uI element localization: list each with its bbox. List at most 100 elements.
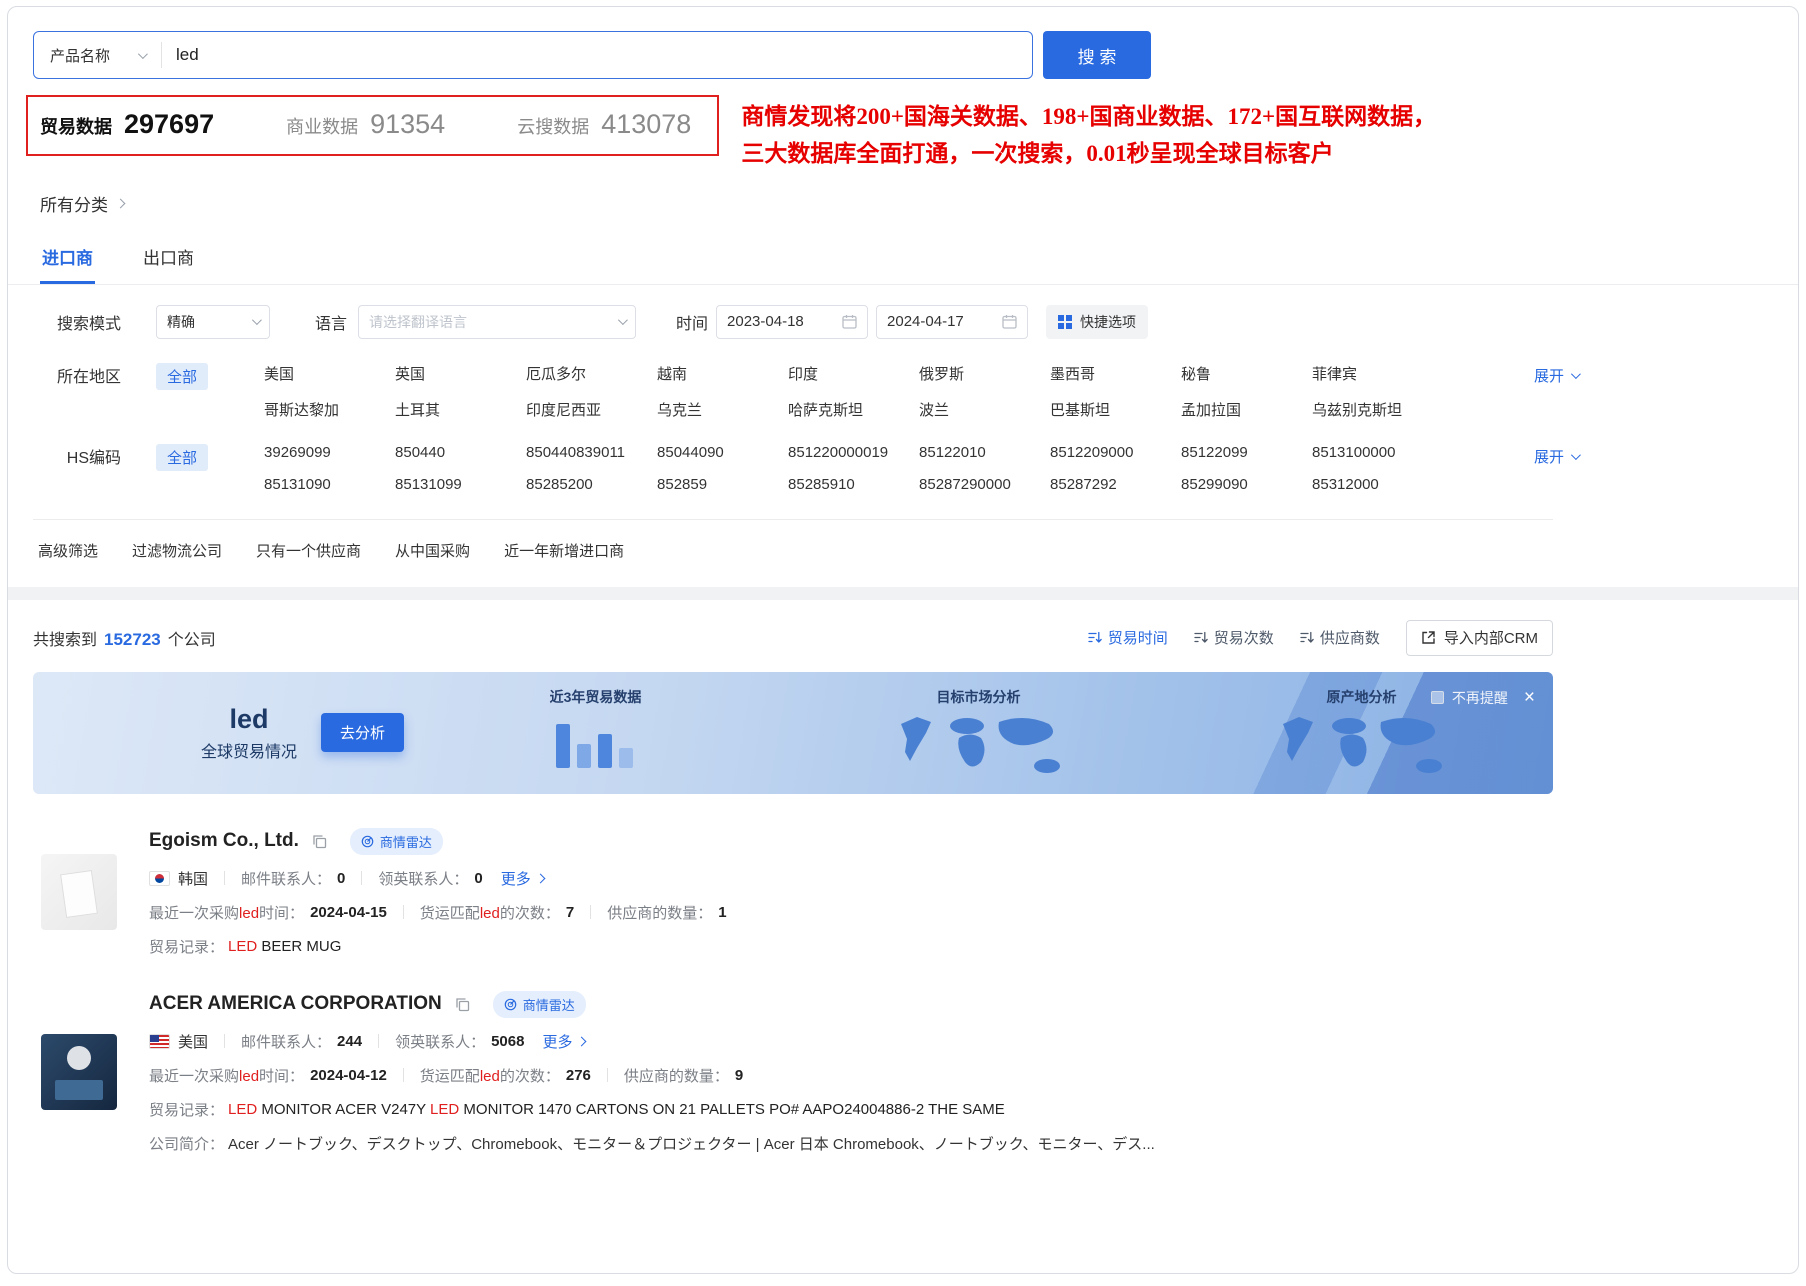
annotation-line-1: 商情发现将200+国海关数据、198+国商业数据、172+国互联网数据， <box>741 99 1436 136</box>
company-logo[interactable] <box>41 1034 117 1110</box>
region-option[interactable]: 美国 <box>264 363 395 384</box>
sort-button-1[interactable]: 贸易时间 <box>1088 627 1168 648</box>
region-option[interactable]: 哈萨克斯坦 <box>788 399 919 420</box>
region-expand-link[interactable]: 展开 <box>1534 363 1578 386</box>
search-category-label: 产品名称 <box>50 45 110 66</box>
company-name[interactable]: ACER AMERICA CORPORATION <box>149 993 442 1015</box>
sort-button-3[interactable]: 供应商数 <box>1300 627 1380 648</box>
more-link[interactable]: 更多 <box>542 1031 585 1052</box>
tab-exporters[interactable]: 出口商 <box>141 230 196 284</box>
hs-option[interactable]: 85312000 <box>1312 476 1443 493</box>
radar-badge-label: 商情雷达 <box>380 832 432 851</box>
region-option[interactable]: 墨西哥 <box>1050 363 1181 384</box>
company-name[interactable]: Egoism Co., Ltd. <box>149 830 299 852</box>
hs-option[interactable]: 850440 <box>395 444 526 461</box>
filter-link-4[interactable]: 从中国采购 <box>395 540 470 561</box>
tab-importers[interactable]: 进口商 <box>40 230 95 284</box>
last-purchase-date: 2024-04-15 <box>310 904 387 921</box>
chevron-down-icon <box>1571 369 1581 379</box>
analyze-button[interactable]: 去分析 <box>321 713 404 752</box>
hs-option-column: 850440839011 85285200 <box>526 444 657 493</box>
language-select[interactable]: 请选择翻译语言 <box>358 305 636 339</box>
tab-business-data[interactable]: 商业数据 91354 <box>286 109 445 140</box>
search-button[interactable]: 搜 索 <box>1043 31 1151 79</box>
region-option[interactable]: 乌克兰 <box>657 399 788 420</box>
search-bar: 产品名称 搜 索 <box>33 31 1798 79</box>
hs-option[interactable]: 85287290000 <box>919 476 1050 493</box>
hs-expand-link[interactable]: 展开 <box>1534 444 1578 467</box>
company-contact-row: 韩国 邮件联系人： 0 领英联系人： 0 更多 <box>149 868 1561 889</box>
region-option[interactable]: 土耳其 <box>395 399 526 420</box>
region-option[interactable]: 哥斯达黎加 <box>264 399 395 420</box>
hs-option[interactable]: 85287292 <box>1050 476 1181 493</box>
import-crm-button[interactable]: 导入内部CRM <box>1406 620 1553 656</box>
chevron-right-icon <box>535 873 545 883</box>
expand-label: 展开 <box>1534 365 1564 386</box>
hs-option[interactable]: 850440839011 <box>526 444 657 461</box>
filter-link-2[interactable]: 过滤物流公司 <box>132 540 222 561</box>
region-option[interactable]: 孟加拉国 <box>1181 399 1312 420</box>
hs-option[interactable]: 85131090 <box>264 476 395 493</box>
radar-badge[interactable]: 商情雷达 <box>493 991 586 1018</box>
banner-dismiss: 不再提醒 × <box>1431 688 1535 708</box>
region-option[interactable]: 巴基斯坦 <box>1050 399 1181 420</box>
calendar-icon <box>842 314 857 329</box>
search-mode-select[interactable]: 精确 <box>156 305 270 339</box>
close-icon[interactable]: × <box>1524 688 1535 707</box>
hs-option[interactable]: 85122010 <box>919 444 1050 461</box>
filter-link-3[interactable]: 只有一个供应商 <box>256 540 361 561</box>
banner-keyword-block: led 全球贸易情况 <box>201 704 297 762</box>
date-from-input[interactable]: 2023-04-18 <box>716 305 868 339</box>
hs-option[interactable]: 39269099 <box>264 444 395 461</box>
company-country: 韩国 <box>178 868 208 889</box>
linkedin-contacts-label: 领英联系人： <box>395 1031 485 1052</box>
hs-option-column: 85122099 85299090 <box>1181 444 1312 493</box>
search-input[interactable] <box>162 45 1032 65</box>
filter-link-5[interactable]: 近一年新增进口商 <box>504 540 624 561</box>
hs-option[interactable]: 852859 <box>657 476 788 493</box>
region-option[interactable]: 印度 <box>788 363 919 384</box>
more-label: 更多 <box>542 1031 572 1052</box>
hs-option[interactable]: 8513100000 <box>1312 444 1443 461</box>
radar-badge[interactable]: 商情雷达 <box>350 828 443 855</box>
region-option[interactable]: 乌兹别克斯坦 <box>1312 399 1443 420</box>
hs-all-pill[interactable]: 全部 <box>156 444 208 471</box>
date-from-value: 2023-04-18 <box>727 313 804 330</box>
region-option[interactable]: 菲律宾 <box>1312 363 1443 384</box>
region-option[interactable]: 俄罗斯 <box>919 363 1050 384</box>
region-option[interactable]: 英国 <box>395 363 526 384</box>
breadcrumb[interactable]: 所有分类 <box>40 191 1798 216</box>
hs-option[interactable]: 85122099 <box>1181 444 1312 461</box>
copy-icon[interactable] <box>455 997 470 1012</box>
filter-link-1[interactable]: 高级筛选 <box>38 540 98 561</box>
hs-option[interactable]: 85299090 <box>1181 476 1312 493</box>
banner-col-origin-title: 原产地分析 <box>1326 687 1396 707</box>
calendar-icon <box>1002 314 1017 329</box>
hs-option[interactable]: 85285200 <box>526 476 657 493</box>
hs-option[interactable]: 8512209000 <box>1050 444 1181 461</box>
region-option[interactable]: 波兰 <box>919 399 1050 420</box>
copy-icon[interactable] <box>312 834 327 849</box>
trade-record-text: LED BEER MUG <box>228 938 341 955</box>
tab-trade-data[interactable]: 贸易数据 297697 <box>40 109 214 140</box>
date-to-input[interactable]: 2024-04-17 <box>876 305 1028 339</box>
dismiss-checkbox[interactable] <box>1431 691 1444 704</box>
region-option[interactable]: 越南 <box>657 363 788 384</box>
search-category-dropdown[interactable]: 产品名称 <box>34 45 161 66</box>
hs-option[interactable]: 85285910 <box>788 476 919 493</box>
region-option[interactable]: 厄瓜多尔 <box>526 363 657 384</box>
filter-row-mode: 搜索模式 精确 语言 请选择翻译语言 时间 2023-04-18 2024-04… <box>33 305 1578 339</box>
hs-option[interactable]: 85131099 <box>395 476 526 493</box>
quick-options-button[interactable]: 快捷选项 <box>1046 305 1148 339</box>
company-logo[interactable] <box>41 854 117 930</box>
tab-cloud-data[interactable]: 云搜数据 413078 <box>517 109 691 140</box>
more-link[interactable]: 更多 <box>501 868 544 889</box>
region-all-pill[interactable]: 全部 <box>156 363 208 390</box>
hs-option[interactable]: 851220000019 <box>788 444 919 461</box>
region-option[interactable]: 印度尼西亚 <box>526 399 657 420</box>
hs-option[interactable]: 85044090 <box>657 444 788 461</box>
chevron-down-icon <box>1571 450 1581 460</box>
sort-button-2[interactable]: 贸易次数 <box>1194 627 1274 648</box>
filter-links-row: 高级筛选 过滤物流公司 只有一个供应商 从中国采购 近一年新增进口商 <box>33 519 1553 587</box>
region-option[interactable]: 秘鲁 <box>1181 363 1312 384</box>
